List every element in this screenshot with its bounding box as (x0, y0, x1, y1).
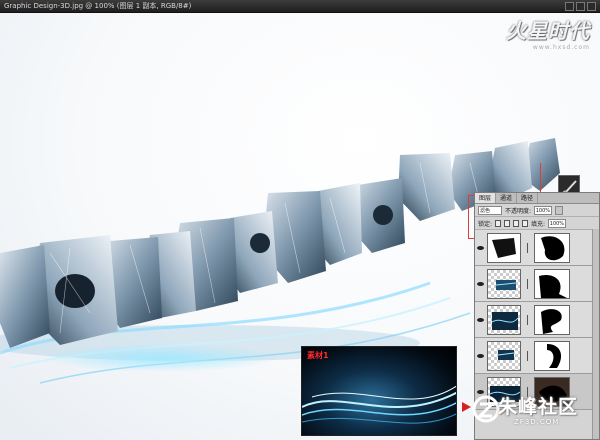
tab-channels[interactable]: 通道 (496, 193, 518, 203)
lock-row: 锁定: 填充: 100% (475, 217, 599, 230)
lock-transparency-icon[interactable] (495, 219, 502, 227)
layer-row[interactable] (475, 266, 599, 302)
chain-icon[interactable] (527, 314, 532, 325)
site-logo: 火星时代 www.hxsd.com (506, 15, 590, 51)
fill-label: 填充: (531, 220, 546, 228)
opacity-input[interactable]: 100% (534, 205, 553, 215)
lock-pixels-icon[interactable] (504, 219, 511, 227)
minimize-button[interactable] (565, 2, 574, 11)
layer-thumbnail (487, 304, 521, 335)
tab-paths[interactable]: 路径 (517, 193, 539, 203)
panel-tabs: 图层 通道 路径 (475, 193, 599, 204)
layer-mask-thumbnail (534, 232, 570, 263)
layer-row[interactable] (475, 230, 599, 266)
watermark-text: 朱峰社区 (498, 396, 579, 418)
blend-row: 滤色 不透明度: 100% (475, 204, 599, 217)
tab-layers[interactable]: 图层 (475, 193, 497, 203)
layer-thumbnail (487, 268, 521, 299)
chain-icon[interactable] (527, 350, 532, 361)
blend-mode-select[interactable]: 滤色 (478, 205, 502, 215)
layer-thumbnail (487, 232, 521, 263)
logo-url: www.hxsd.com (532, 44, 590, 51)
opacity-label: 不透明度: (505, 207, 532, 215)
lock-icon[interactable] (522, 219, 529, 227)
fill-input[interactable]: 100% (548, 218, 567, 228)
material-image: 素材1 (301, 346, 457, 436)
chain-icon[interactable] (527, 242, 532, 253)
opacity-slider-button[interactable] (555, 205, 564, 215)
layer-thumbnail (487, 340, 521, 371)
eye-icon[interactable] (477, 244, 485, 252)
layer-mask-thumbnail (534, 304, 570, 335)
window-title: Graphic Design-3D.jpg @ 100% (图层 1 副本, R… (4, 2, 192, 10)
window-titlebar: Graphic Design-3D.jpg @ 100% (图层 1 副本, R… (0, 0, 600, 13)
lock-position-icon[interactable] (513, 219, 520, 227)
eye-icon[interactable] (477, 280, 485, 288)
watermark-url: ZF3D.COM (514, 418, 560, 426)
layer-row[interactable] (475, 302, 599, 338)
layer-row[interactable] (475, 338, 599, 374)
material-label: 素材1 (307, 351, 329, 360)
logo-text: 火星时代 (506, 19, 590, 43)
close-button[interactable] (587, 2, 596, 11)
maximize-button[interactable] (576, 2, 585, 11)
watermark: 朱峰社区 ZF3D.COM (470, 392, 600, 432)
chain-icon[interactable] (527, 278, 532, 289)
lock-label: 锁定: (478, 220, 493, 228)
watermark-logo-icon (472, 395, 500, 423)
layer-mask-thumbnail (534, 268, 570, 299)
eye-icon[interactable] (477, 352, 485, 360)
layer-mask-thumbnail (534, 340, 570, 371)
eye-icon[interactable] (477, 316, 485, 324)
